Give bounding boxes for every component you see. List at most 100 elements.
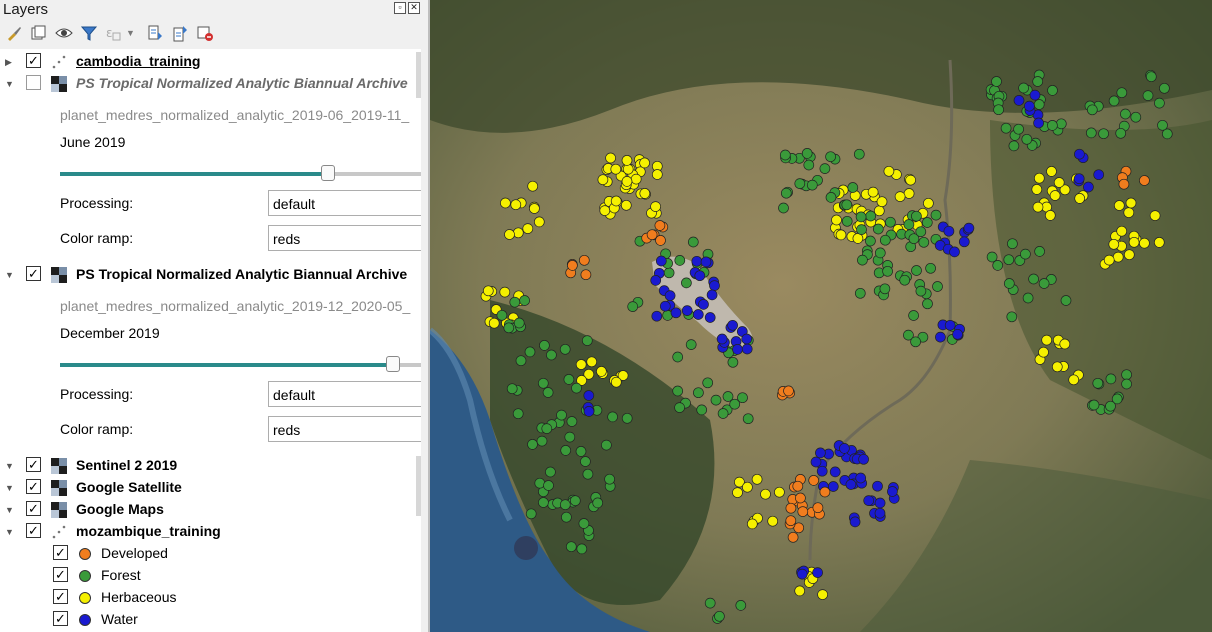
- forest-point[interactable]: [1121, 369, 1132, 381]
- forest-point[interactable]: [986, 251, 998, 263]
- developed-point[interactable]: [819, 486, 831, 498]
- herbaceous-point[interactable]: [1038, 346, 1049, 358]
- water-point[interactable]: [1093, 169, 1105, 181]
- water-point[interactable]: [944, 319, 956, 331]
- water-point[interactable]: [659, 300, 671, 312]
- herbaceous-point[interactable]: [1044, 210, 1056, 221]
- herbaceous-point[interactable]: [621, 176, 633, 187]
- layer-ps-june-2019[interactable]: ▼ PS Tropical Normalized Analytic Biannu…: [0, 73, 421, 95]
- forest-point[interactable]: [545, 466, 556, 478]
- water-point[interactable]: [1013, 95, 1025, 106]
- forest-point[interactable]: [717, 408, 729, 419]
- layer-visibility-checkbox[interactable]: ✓: [26, 266, 41, 281]
- herbaceous-point[interactable]: [575, 359, 587, 370]
- herbaceous-point[interactable]: [1108, 238, 1120, 250]
- herbaceous-point[interactable]: [500, 197, 511, 209]
- forest-point[interactable]: [627, 301, 639, 312]
- herbaceous-point[interactable]: [1068, 374, 1080, 386]
- filter-icon[interactable]: [80, 24, 98, 42]
- herbaceous-point[interactable]: [488, 317, 500, 329]
- tree-scrollbar[interactable]: [421, 49, 428, 632]
- layer-visibility-checkbox[interactable]: ✓: [26, 479, 41, 494]
- forest-point[interactable]: [872, 223, 884, 235]
- developed-point[interactable]: [578, 254, 590, 266]
- forest-point[interactable]: [571, 382, 582, 394]
- forest-point[interactable]: [503, 322, 515, 334]
- forest-point[interactable]: [911, 265, 922, 276]
- scrollbar-thumb[interactable]: [416, 52, 421, 98]
- layer-visibility-checkbox[interactable]: ✓: [26, 53, 41, 68]
- herbaceous-point[interactable]: [512, 227, 524, 239]
- forest-point[interactable]: [780, 187, 792, 199]
- visibility-eye-icon[interactable]: [55, 24, 73, 42]
- slider-handle[interactable]: [321, 165, 336, 181]
- herbaceous-point[interactable]: [876, 196, 888, 208]
- herbaceous-point[interactable]: [894, 191, 906, 202]
- forest-point[interactable]: [908, 310, 919, 321]
- herbaceous-point[interactable]: [639, 188, 651, 199]
- water-point[interactable]: [670, 307, 682, 319]
- legend-item-water[interactable]: ✓ Water: [0, 609, 421, 631]
- forest-point[interactable]: [806, 179, 818, 191]
- forest-point[interactable]: [581, 335, 593, 346]
- forest-point[interactable]: [1154, 97, 1165, 109]
- forest-point[interactable]: [569, 495, 581, 507]
- water-point[interactable]: [691, 255, 703, 267]
- developed-point[interactable]: [797, 506, 809, 517]
- forest-point[interactable]: [865, 210, 877, 222]
- herbaceous-point[interactable]: [1051, 361, 1063, 373]
- water-point[interactable]: [732, 344, 743, 355]
- developed-point[interactable]: [792, 480, 804, 492]
- herbaceous-point[interactable]: [610, 163, 622, 175]
- forest-point[interactable]: [1047, 85, 1058, 96]
- water-point[interactable]: [874, 497, 886, 509]
- water-point[interactable]: [651, 310, 663, 322]
- herbaceous-point[interactable]: [1123, 207, 1135, 218]
- forest-point[interactable]: [1157, 119, 1168, 131]
- float-panel-icon[interactable]: ▫: [394, 2, 406, 14]
- herbaceous-point[interactable]: [867, 186, 879, 198]
- forest-point[interactable]: [519, 295, 530, 306]
- forest-point[interactable]: [578, 518, 590, 529]
- forest-point[interactable]: [621, 412, 633, 424]
- forest-point[interactable]: [681, 277, 692, 289]
- herbaceous-point[interactable]: [597, 174, 609, 186]
- forest-point[interactable]: [801, 148, 813, 159]
- herbaceous-point[interactable]: [650, 201, 661, 212]
- forest-point[interactable]: [559, 343, 571, 355]
- forest-point[interactable]: [882, 265, 893, 277]
- forest-point[interactable]: [575, 446, 587, 457]
- forest-point[interactable]: [607, 411, 618, 423]
- herbaceous-point[interactable]: [620, 199, 632, 211]
- forest-point[interactable]: [874, 247, 886, 259]
- forest-point[interactable]: [1047, 120, 1058, 131]
- legend-item-forest[interactable]: ✓ Forest: [0, 565, 421, 587]
- herbaceous-point[interactable]: [529, 203, 540, 214]
- forest-point[interactable]: [803, 159, 815, 171]
- water-point[interactable]: [1083, 181, 1094, 193]
- forest-point[interactable]: [506, 383, 518, 395]
- herbaceous-point[interactable]: [1032, 201, 1044, 213]
- water-point[interactable]: [727, 319, 738, 331]
- forest-point[interactable]: [560, 445, 572, 456]
- slider-handle[interactable]: [386, 356, 401, 372]
- forest-point[interactable]: [841, 215, 853, 227]
- class-visibility-checkbox[interactable]: ✓: [53, 589, 68, 604]
- forest-point[interactable]: [825, 192, 837, 203]
- forest-point[interactable]: [1006, 311, 1018, 323]
- forest-point[interactable]: [727, 356, 739, 368]
- forest-point[interactable]: [1159, 82, 1170, 94]
- forest-point[interactable]: [604, 473, 615, 485]
- forest-point[interactable]: [537, 377, 549, 389]
- forest-point[interactable]: [685, 339, 697, 350]
- developed-point[interactable]: [580, 269, 592, 281]
- water-point[interactable]: [874, 507, 886, 519]
- forest-point[interactable]: [1116, 87, 1128, 99]
- herbaceous-point[interactable]: [1074, 193, 1086, 204]
- processing-select[interactable]: default: [268, 381, 421, 407]
- water-point[interactable]: [845, 479, 857, 490]
- collapse-arrow-icon[interactable]: ▼: [5, 461, 14, 471]
- forest-point[interactable]: [580, 456, 591, 467]
- forest-point[interactable]: [1022, 292, 1034, 304]
- forest-point[interactable]: [1032, 76, 1044, 87]
